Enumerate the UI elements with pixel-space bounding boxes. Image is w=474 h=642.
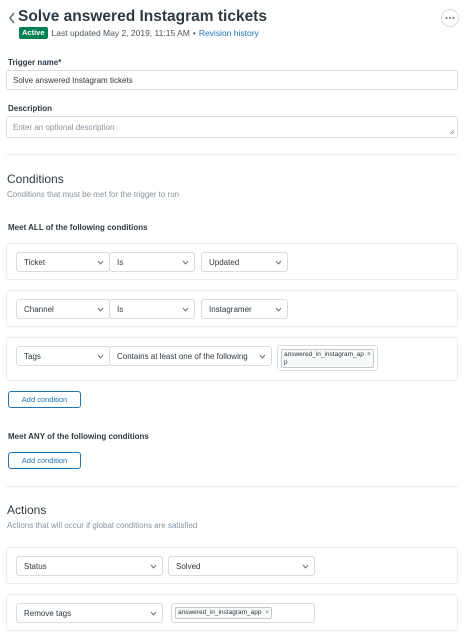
condition-operator-select[interactable]: Is [109, 299, 195, 319]
chevron-down-icon [150, 611, 157, 616]
meet-all-label: Meet ALL of the following conditions [8, 223, 148, 232]
chevron-down-icon [275, 260, 282, 265]
chevron-down-icon [182, 307, 189, 312]
condition-field-select[interactable]: Ticket [16, 252, 110, 272]
tag-input[interactable]: answered_in_instagram_app × [171, 603, 315, 623]
condition-field-select[interactable]: Tags [16, 346, 110, 366]
condition-operator-value: Is [117, 304, 124, 314]
divider [6, 154, 458, 155]
action-field-value: Status [24, 561, 47, 571]
chevron-left-icon[interactable] [8, 12, 16, 24]
trigger-name-label: Trigger name* [8, 58, 62, 67]
chevron-down-icon [97, 307, 104, 312]
condition-field-value: Ticket [24, 257, 46, 267]
condition-value-text: Instagramer [209, 304, 252, 314]
chevron-down-icon [259, 354, 266, 359]
condition-value-text: Updated [209, 257, 240, 267]
add-condition-all-button[interactable]: Add condition [8, 391, 81, 408]
action-field-select[interactable]: Status [16, 556, 163, 576]
status-badge: Active [19, 27, 48, 39]
action-value-text: Solved [176, 561, 201, 571]
chevron-down-icon [97, 354, 104, 359]
page-title: Solve answered Instagram tickets [18, 8, 267, 25]
condition-operator-select[interactable]: Is [109, 252, 195, 272]
description-label: Description [8, 104, 53, 113]
more-horizontal-icon [445, 17, 455, 19]
close-icon[interactable]: × [265, 609, 269, 616]
close-icon[interactable]: × [367, 351, 371, 359]
tag-chip: answered_in_instagram_app × [175, 607, 273, 619]
condition-operator-value: Is [117, 257, 124, 267]
actions-subtitle: Actions that will occur if global condit… [7, 521, 198, 530]
condition-operator-value: Contains at least one of the following [117, 351, 248, 361]
chevron-down-icon [150, 564, 157, 569]
tag-input[interactable]: answered_in_instagram_ap p × [277, 345, 378, 371]
chevron-down-icon [302, 564, 309, 569]
tag-chip: answered_in_instagram_ap p × [281, 349, 374, 368]
page-header: Solve answered Instagram tickets Active … [0, 0, 474, 44]
action-field-value: Remove tags [24, 608, 72, 618]
condition-field-value: Tags [24, 351, 41, 361]
condition-value-select[interactable]: Instagramer [201, 299, 288, 319]
condition-row: Tags Contains at least one of the follow… [6, 337, 458, 381]
condition-field-value: Channel [24, 304, 54, 314]
trigger-name-input[interactable]: Solve answered Instagram tickets [6, 70, 458, 90]
action-row: Status Solved [6, 547, 458, 584]
resize-handle-icon[interactable] [449, 129, 455, 135]
action-row: Remove tags answered_in_instagram_app × [6, 594, 458, 631]
condition-row: Ticket Is Updated [6, 243, 458, 280]
tag-chip-line: answered_in_instagram_ap [284, 351, 364, 358]
chevron-down-icon [275, 307, 282, 312]
revision-history-link[interactable]: Revision history [199, 28, 259, 38]
condition-field-select[interactable]: Channel [16, 299, 110, 319]
add-condition-any-button[interactable]: Add condition [8, 452, 81, 469]
condition-operator-select[interactable]: Contains at least one of the following [109, 346, 272, 366]
condition-value-select[interactable]: Updated [201, 252, 288, 272]
last-updated-text: Last updated May 2, 2019, 11:15 AM [51, 28, 190, 38]
divider [6, 486, 458, 487]
action-value-select[interactable]: Solved [168, 556, 315, 576]
description-textarea[interactable]: Enter an optional description [6, 116, 458, 138]
meet-any-label: Meet ANY of the following conditions [8, 432, 149, 441]
actions-title: Actions [7, 503, 47, 517]
action-field-select[interactable]: Remove tags [16, 603, 163, 623]
chevron-down-icon [182, 260, 189, 265]
chevron-down-icon [97, 260, 104, 265]
conditions-title: Conditions [7, 172, 64, 186]
condition-row: Channel Is Instagramer [6, 290, 458, 327]
meta-row: Active Last updated May 2, 2019, 11:15 A… [19, 27, 259, 39]
tag-chip-text: answered_in_instagram_app [178, 609, 262, 616]
tag-chip-line: p [284, 359, 288, 366]
conditions-subtitle: Conditions that must be met for the trig… [7, 190, 180, 199]
more-options-button[interactable] [441, 9, 459, 27]
meta-separator: • [192, 28, 196, 38]
description-placeholder: Enter an optional description [13, 122, 115, 132]
